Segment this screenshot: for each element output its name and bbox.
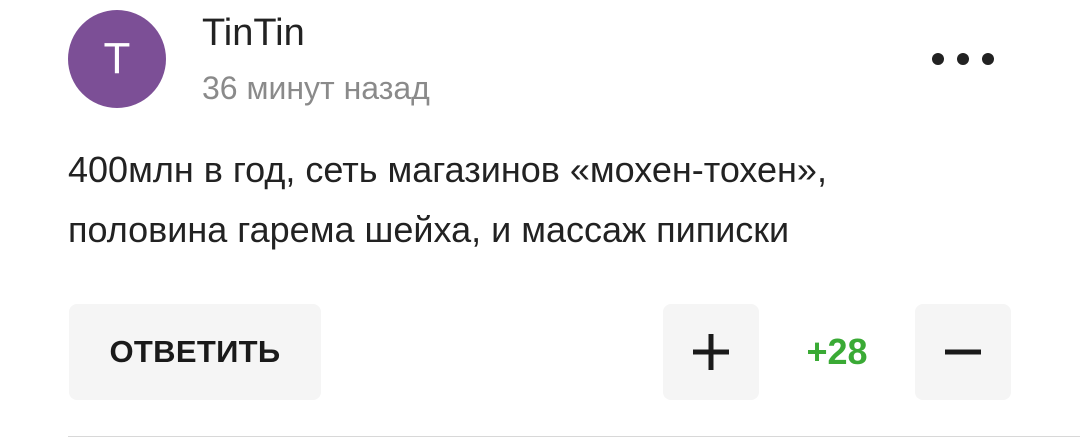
more-dot-icon xyxy=(957,53,969,65)
comment-text-line: половина гарема шейха, и массаж пиписки xyxy=(68,209,790,250)
downvote-button[interactable] xyxy=(915,304,1011,400)
reply-button[interactable]: ОТВЕТИТЬ xyxy=(69,304,321,400)
more-dot-icon xyxy=(932,53,944,65)
upvote-button[interactable] xyxy=(663,304,759,400)
vote-score: +28 xyxy=(806,331,868,372)
divider xyxy=(68,436,1080,437)
more-dot-icon xyxy=(982,53,994,65)
minus-icon xyxy=(945,349,981,355)
comment-card: T TinTin 36 минут назад 400млн в год, се… xyxy=(0,0,1080,438)
more-options-button[interactable] xyxy=(932,48,994,70)
avatar-letter: T xyxy=(103,34,131,83)
comment-text: 400млн в год, сеть магазинов «мохен-тохе… xyxy=(68,140,1028,260)
author-name[interactable]: TinTin xyxy=(202,14,305,52)
avatar[interactable]: T xyxy=(68,10,166,108)
plus-icon xyxy=(693,334,729,370)
comment-timestamp: 36 минут назад xyxy=(202,70,430,106)
comment-text-line: 400млн в год, сеть магазинов «мохен-тохе… xyxy=(68,149,827,190)
